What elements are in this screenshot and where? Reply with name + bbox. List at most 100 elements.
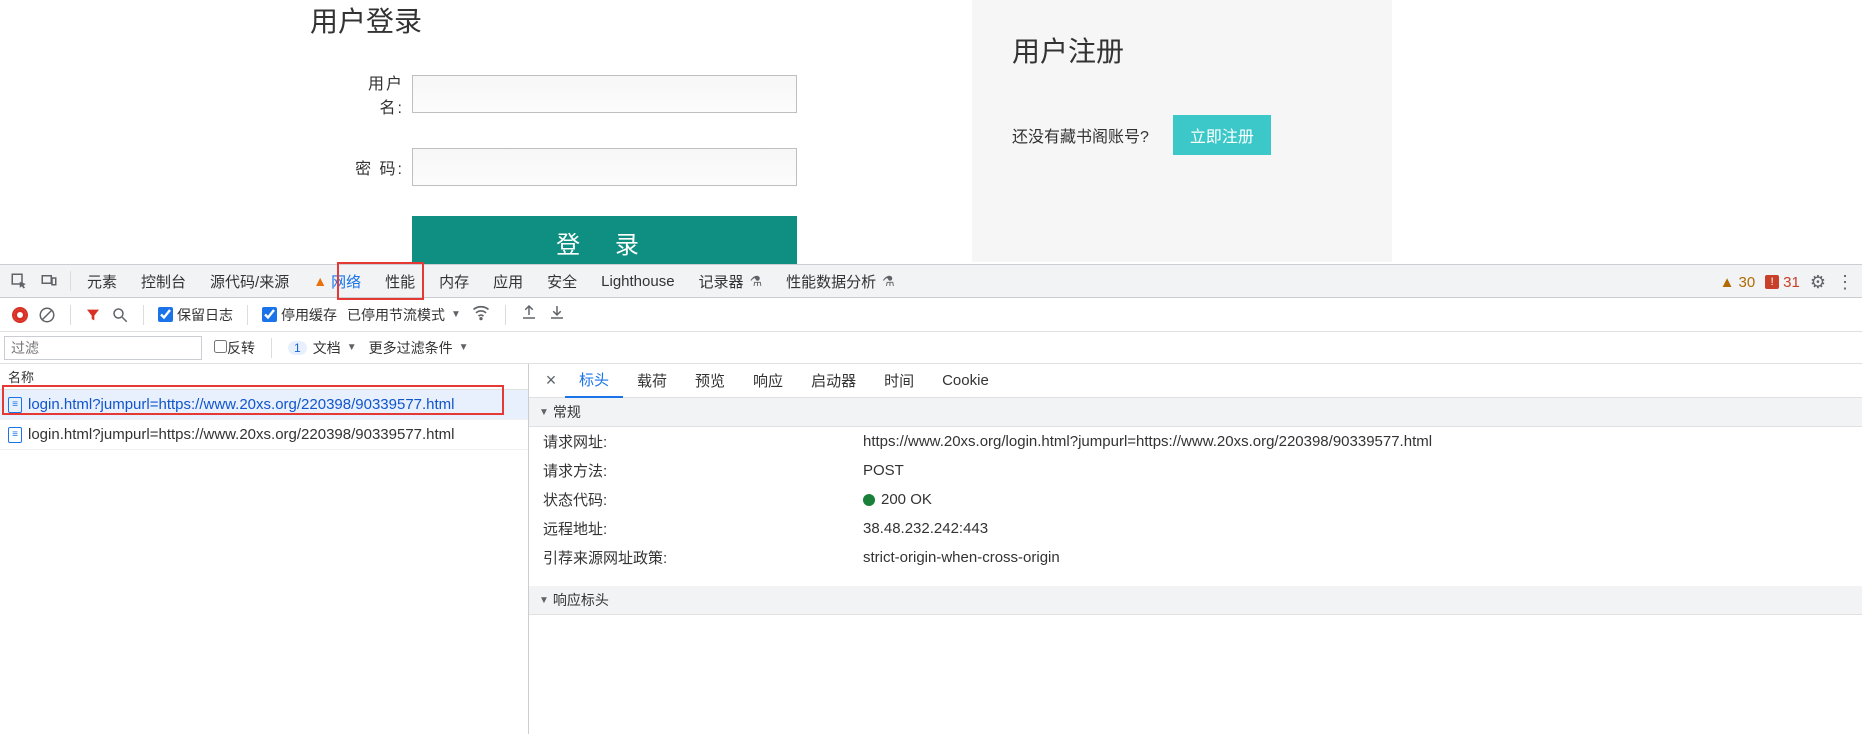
tab-elements[interactable]: 元素: [75, 264, 129, 298]
separator: [143, 305, 144, 325]
network-body: 名称 ≡ login.html?jumpurl=https://www.20xs…: [0, 364, 1862, 734]
request-row[interactable]: ≡ login.html?jumpurl=https://www.20xs.or…: [0, 390, 528, 420]
separator: [271, 338, 272, 358]
username-input[interactable]: [412, 75, 797, 113]
more-filters[interactable]: 更多过滤条件 ▼: [369, 338, 469, 358]
dtab-timing[interactable]: 时间: [870, 364, 928, 398]
general-request-url-key: 请求网址:: [543, 431, 863, 452]
error-count-value: 31: [1783, 274, 1800, 291]
chevron-down-icon: ▼: [347, 342, 357, 353]
general-remote-key: 远程地址:: [543, 518, 863, 539]
separator: [70, 271, 71, 291]
tab-recorder[interactable]: 记录器 ⚗: [687, 264, 775, 298]
password-label: 密 码:: [344, 155, 404, 179]
flask-icon: ⚗: [750, 273, 763, 290]
webpage-area: 用户登录 用户名: 密 码: 登 录 用户注册 还没有藏书阁账号? 立即注册: [0, 0, 1862, 264]
status-text: 200 OK: [881, 491, 932, 508]
errors-badge[interactable]: ! 31: [1765, 274, 1800, 291]
tab-network-label: 网络: [331, 271, 361, 292]
dtab-payload[interactable]: 载荷: [623, 364, 681, 398]
doc-type-label: 文档: [313, 338, 341, 358]
close-icon[interactable]: ×: [537, 370, 565, 391]
warn-count-value: 30: [1738, 274, 1755, 291]
general-referrer-value: strict-origin-when-cross-origin: [863, 549, 1848, 566]
throttling-select[interactable]: 已停用节流模式▼: [347, 305, 461, 325]
tab-performance[interactable]: 性能: [373, 264, 427, 298]
register-title: 用户注册: [1012, 30, 1392, 70]
login-form: 用户名: 密 码: 登 录: [344, 70, 797, 268]
devtools-tabs: 元素 控制台 源代码/来源 ▲网络 性能 内存 应用 安全 Lighthouse…: [0, 264, 1862, 298]
detail-tabs: × 标头 载荷 预览 响应 启动器 时间 Cookie: [529, 364, 1862, 398]
throttling-label: 已停用节流模式: [347, 305, 445, 325]
filter-funnel-icon[interactable]: [85, 307, 101, 323]
separator: [70, 305, 71, 325]
tab-sources[interactable]: 源代码/来源: [198, 264, 301, 298]
tab-application[interactable]: 应用: [481, 264, 535, 298]
dtab-initiator[interactable]: 启动器: [797, 364, 870, 398]
import-har-icon[interactable]: [520, 303, 538, 326]
doc-count-pill: 1: [288, 341, 307, 355]
tab-console[interactable]: 控制台: [129, 264, 198, 298]
general-referrer-key: 引荐来源网址政策:: [543, 547, 863, 568]
record-button[interactable]: [12, 307, 28, 323]
disable-cache-checkbox[interactable]: 停用缓存: [262, 305, 337, 325]
dtab-headers[interactable]: 标头: [565, 364, 623, 398]
separator: [247, 305, 248, 325]
general-request-url-value: https://www.20xs.org/login.html?jumpurl=…: [863, 433, 1848, 450]
invert-label: 反转: [227, 340, 255, 356]
more-filters-label: 更多过滤条件: [369, 338, 453, 358]
tab-recorder-label: 记录器: [699, 271, 744, 292]
dtab-preview[interactable]: 预览: [681, 364, 739, 398]
dtab-response[interactable]: 响应: [739, 364, 797, 398]
dtab-cookies[interactable]: Cookie: [928, 364, 1003, 398]
warning-triangle-icon: ▲: [313, 273, 327, 289]
clear-icon[interactable]: [38, 306, 56, 324]
search-icon[interactable]: [111, 306, 129, 324]
tab-lighthouse[interactable]: Lighthouse: [589, 264, 686, 298]
network-toolbar: 保留日志 停用缓存 已停用节流模式▼: [0, 298, 1862, 332]
device-toggle-icon[interactable]: [36, 268, 62, 294]
section-general-label: 常规: [553, 402, 581, 422]
settings-gear-icon[interactable]: ⚙: [1810, 272, 1826, 293]
warnings-badge[interactable]: ▲30: [1720, 274, 1756, 291]
more-menu-icon[interactable]: ⋮: [1836, 272, 1854, 293]
username-label: 用户名:: [344, 70, 404, 118]
preserve-log-label: 保留日志: [177, 305, 233, 325]
chevron-down-icon: ▼: [459, 342, 469, 353]
general-status-key: 状态代码:: [543, 489, 863, 510]
general-method-value: POST: [863, 462, 1848, 479]
request-row[interactable]: ≡ login.html?jumpurl=https://www.20xs.or…: [0, 420, 528, 450]
filter-input[interactable]: [4, 336, 202, 360]
tab-memory[interactable]: 内存: [427, 264, 481, 298]
doc-type-filter[interactable]: 1 文档 ▼: [288, 338, 357, 358]
network-filter-bar: 反转 1 文档 ▼ 更多过滤条件 ▼: [0, 332, 1862, 364]
list-header-name: 名称: [0, 364, 528, 390]
document-icon: ≡: [8, 427, 22, 443]
section-response-headers-label: 响应标头: [553, 590, 609, 610]
export-har-icon[interactable]: [548, 303, 566, 326]
general-method-key: 请求方法:: [543, 460, 863, 481]
section-response-headers[interactable]: ▼ 响应标头: [529, 586, 1862, 615]
request-url: login.html?jumpurl=https://www.20xs.org/…: [28, 396, 455, 413]
register-panel: 用户注册 还没有藏书阁账号? 立即注册: [972, 0, 1392, 262]
separator: [505, 305, 506, 325]
register-button[interactable]: 立即注册: [1173, 115, 1271, 155]
login-button[interactable]: 登 录: [412, 216, 797, 268]
tab-perf-insights[interactable]: 性能数据分析⚗: [774, 264, 907, 298]
request-list: 名称 ≡ login.html?jumpurl=https://www.20xs…: [0, 364, 529, 734]
tab-security[interactable]: 安全: [535, 264, 589, 298]
invert-checkbox[interactable]: 反转: [214, 338, 255, 358]
caret-down-icon: ▼: [539, 407, 549, 418]
caret-down-icon: ▼: [539, 595, 549, 606]
section-general[interactable]: ▼ 常规: [529, 398, 1862, 427]
inspect-icon[interactable]: [6, 268, 32, 294]
error-icon: !: [1765, 275, 1779, 289]
tab-network[interactable]: ▲网络: [301, 264, 373, 298]
password-input[interactable]: [412, 148, 797, 186]
flask-icon: ⚗: [882, 273, 895, 290]
document-icon: ≡: [8, 397, 22, 413]
network-conditions-icon[interactable]: [471, 302, 491, 327]
preserve-log-checkbox[interactable]: 保留日志: [158, 305, 233, 325]
warning-icon: ▲: [1720, 274, 1735, 291]
register-question: 还没有藏书阁账号?: [1012, 123, 1149, 147]
